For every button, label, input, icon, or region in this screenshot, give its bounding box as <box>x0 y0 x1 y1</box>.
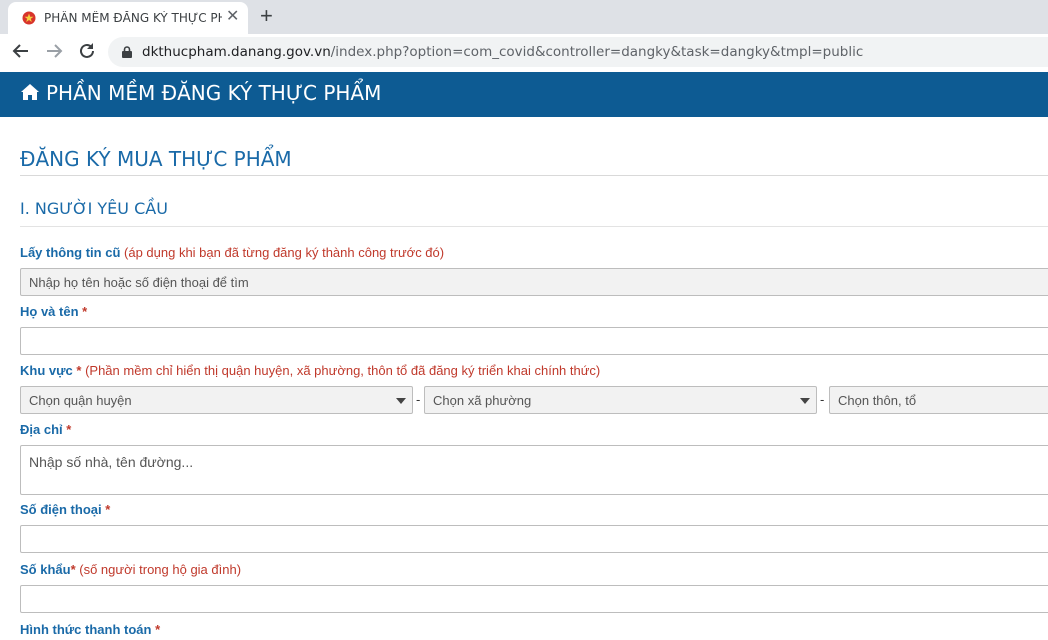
app-title-text: PHẦN MỀM ĐĂNG KÝ THỰC PHẨM <box>46 81 382 105</box>
district-select[interactable]: Chọn quận huyện <box>20 386 413 414</box>
ward-select-value: Chọn xã phường <box>433 393 532 408</box>
old-info-search-input[interactable]: Nhập họ tên hoặc số điện thoại để tìm <box>20 268 1048 296</box>
ward-select[interactable]: Chọn xã phường <box>424 386 817 414</box>
district-select-value: Chọn quận huyện <box>29 393 132 408</box>
back-arrow-icon[interactable] <box>10 40 32 62</box>
url-path: /index.php?option=com_covid&controller=d… <box>330 44 864 60</box>
hamlet-select-value: Chọn thôn, tổ <box>838 393 917 408</box>
payment-label-text: Hình thức thanh toán <box>20 622 152 637</box>
phone-input[interactable] <box>20 525 1048 553</box>
old-info-note: (áp dụng khi bạn đã từng đăng ký thành c… <box>124 245 445 260</box>
name-label-text: Họ và tên <box>20 304 79 319</box>
select-separator: - <box>820 392 825 407</box>
app-header: PHẦN MỀM ĐĂNG KÝ THỰC PHẨM <box>0 72 1048 117</box>
phone-label-text: Số điện thoại <box>20 502 102 517</box>
divider <box>20 226 1048 227</box>
lock-icon <box>122 46 132 58</box>
divider <box>20 175 1048 176</box>
hamlet-select[interactable]: Chọn thôn, tổ <box>829 386 1048 414</box>
household-note: (số người trong hộ gia đình) <box>79 562 242 577</box>
address-label-text: Địa chỉ <box>20 422 63 437</box>
address-label: Địa chỉ * <box>20 422 71 437</box>
tab-title: PHẦN MỀM ĐĂNG KÝ THỰC PHẨ <box>44 11 222 25</box>
new-tab-icon[interactable]: + <box>260 4 273 28</box>
home-icon <box>21 84 39 100</box>
url-host: dkthucpham.danang.gov.vn <box>142 44 331 60</box>
payment-label: Hình thức thanh toán * <box>20 622 160 637</box>
phone-label: Số điện thoại * <box>20 502 110 517</box>
household-label-text: Số khẩu <box>20 562 71 577</box>
old-info-label-text: Lấy thông tin cũ <box>20 245 121 260</box>
required-mark: * <box>82 304 88 319</box>
section-title: I. NGƯỜI YÊU CẦU <box>20 199 168 218</box>
tab-close-icon[interactable]: ✕ <box>226 9 239 25</box>
select-separator: - <box>416 392 421 407</box>
required-mark: * <box>70 562 76 577</box>
name-input[interactable] <box>20 327 1048 355</box>
browser-tab-strip: PHẦN MỀM ĐĂNG KÝ THỰC PHẨ ✕ + <box>0 0 1048 34</box>
forward-arrow-icon[interactable] <box>43 40 65 62</box>
required-mark: * <box>76 363 82 378</box>
household-input[interactable] <box>20 585 1048 613</box>
chevron-down-icon <box>396 398 406 404</box>
page-title: ĐĂNG KÝ MUA THỰC PHẨM <box>20 147 292 171</box>
required-mark: * <box>155 622 161 637</box>
address-textarea[interactable]: Nhập số nhà, tên đường... <box>20 445 1048 495</box>
old-info-label: Lấy thông tin cũ (áp dụng khi bạn đã từn… <box>20 245 444 260</box>
address-bar[interactable]: dkthucpham.danang.gov.vn/index.php?optio… <box>108 37 1048 67</box>
browser-toolbar: dkthucpham.danang.gov.vn/index.php?optio… <box>0 34 1048 70</box>
area-label-text: Khu vực <box>20 363 73 378</box>
reload-icon[interactable] <box>76 40 98 62</box>
area-label: Khu vực * (Phần mềm chỉ hiển thị quận hu… <box>20 363 600 378</box>
browser-tab[interactable]: PHẦN MỀM ĐĂNG KÝ THỰC PHẨ ✕ <box>8 2 248 34</box>
name-label: Họ và tên * <box>20 304 87 319</box>
app-title[interactable]: PHẦN MỀM ĐĂNG KÝ THỰC PHẨM <box>20 81 381 105</box>
required-mark: * <box>105 502 111 517</box>
area-note: (Phần mềm chỉ hiển thị quận huyện, xã ph… <box>85 363 601 378</box>
household-label: Số khẩu* (số người trong hộ gia đình) <box>20 562 241 577</box>
url-text: dkthucpham.danang.gov.vn/index.php?optio… <box>142 44 863 60</box>
chevron-down-icon <box>800 398 810 404</box>
required-mark: * <box>66 422 72 437</box>
site-favicon-icon <box>22 11 36 25</box>
